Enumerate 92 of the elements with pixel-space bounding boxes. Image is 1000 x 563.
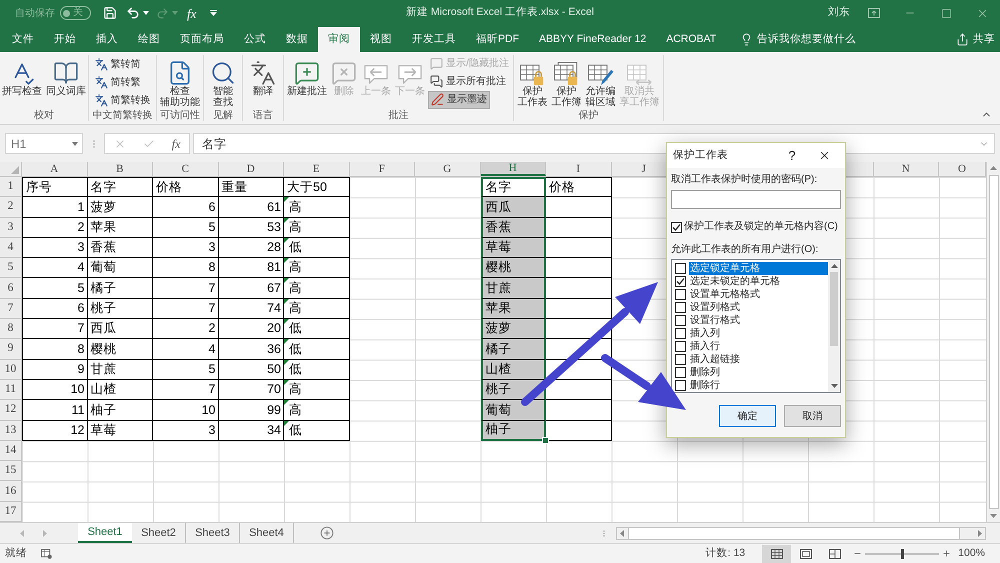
table-cell: 53 xyxy=(218,218,284,238)
cell-text: 低 xyxy=(289,340,302,358)
cell-text: 高 xyxy=(289,402,302,419)
table-cell: 橘子 xyxy=(88,278,153,299)
table-cell: 2 xyxy=(22,218,88,238)
table-cell: 20 xyxy=(218,319,284,340)
table-cell: 甘蔗 xyxy=(480,278,546,299)
table-cell: 3 xyxy=(153,238,218,258)
table-cell: 香蕉 xyxy=(88,238,153,258)
user-name: 刘东 xyxy=(828,5,850,20)
table-cell: 菠萝 xyxy=(480,319,546,340)
table-cell: 5 xyxy=(153,360,218,380)
group-label: 批注 xyxy=(388,109,410,122)
table-cell: 3 xyxy=(153,420,218,441)
cell-text: 低 xyxy=(289,320,302,338)
table-cell: 柚子 xyxy=(480,420,546,441)
table-cell: 11 xyxy=(22,400,88,421)
table-cell: 柚子 xyxy=(88,400,153,421)
table-cell: 67 xyxy=(218,278,284,299)
table-cell: 草莓 xyxy=(88,420,153,441)
table-cell: 价格 xyxy=(546,177,612,198)
count-text: 计数: 13 xyxy=(706,546,746,561)
table-cell: 苹果 xyxy=(480,298,546,320)
table-cell: 2 xyxy=(153,319,218,340)
table-cell: 9 xyxy=(22,360,88,380)
field-label: 取消工作表保护时使用的密码(P): xyxy=(671,173,818,187)
table-cell: 西瓜 xyxy=(88,319,153,340)
cell-text: 低 xyxy=(289,360,302,378)
table-cell: 橘子 xyxy=(480,339,546,360)
group-label: 中文简繁转换 xyxy=(92,109,154,122)
table-cell: 大于50 xyxy=(284,177,350,198)
table-cell: 5 xyxy=(22,278,88,299)
group-label: 见解 xyxy=(212,109,234,122)
table-cell: 12 xyxy=(22,420,88,441)
status-text: 就绪 xyxy=(5,546,27,561)
table-cell: 28 xyxy=(218,238,284,258)
table-cell: 7 xyxy=(22,319,88,340)
cell-text: 高 xyxy=(289,280,302,297)
table-cell: 6 xyxy=(153,197,218,218)
table-cell: 10 xyxy=(153,400,218,421)
table-cell: 葡萄 xyxy=(480,400,546,421)
table-cell: 菠萝 xyxy=(88,197,153,218)
table-cell: 3 xyxy=(22,238,88,258)
table-cell: 99 xyxy=(218,400,284,421)
table-cell: 名字 xyxy=(480,177,546,198)
table-cell: 8 xyxy=(22,339,88,360)
cell-text: 高 xyxy=(289,381,302,398)
cell-text: 低 xyxy=(289,239,302,256)
table-cell: 36 xyxy=(218,339,284,360)
table-cell: 苹果 xyxy=(88,218,153,238)
table-cell: 7 xyxy=(153,278,218,299)
table-cell: 8 xyxy=(153,258,218,278)
table-cell: 61 xyxy=(218,197,284,218)
table-cell: 7 xyxy=(153,380,218,400)
list-label: 允许此工作表的所有用户进行(O): xyxy=(671,243,820,257)
table-cell: 山楂 xyxy=(480,360,546,380)
table-cell: 樱桃 xyxy=(480,258,546,278)
table-cell: 70 xyxy=(218,380,284,400)
cell-text: 高 xyxy=(289,218,302,236)
cell-text: 高 xyxy=(289,198,302,216)
cell-text: 低 xyxy=(289,422,302,439)
table-cell: 10 xyxy=(22,380,88,400)
group-label: 可访问性 xyxy=(159,109,201,122)
table-cell: 草莓 xyxy=(480,238,546,258)
table-cell: 34 xyxy=(218,420,284,441)
table-cell: 名字 xyxy=(88,177,153,198)
table-cell: 樱桃 xyxy=(88,339,153,360)
table-cell: 甘蔗 xyxy=(88,360,153,380)
table-cell: 50 xyxy=(218,360,284,380)
table-cell: 葡萄 xyxy=(88,258,153,278)
table-cell: 7 xyxy=(153,298,218,320)
table-cell: 6 xyxy=(22,298,88,320)
table-cell: 价格 xyxy=(153,177,218,198)
table-cell: 香蕉 xyxy=(480,218,546,238)
table-cell: 1 xyxy=(22,197,88,218)
group-label: 保护 xyxy=(578,109,600,122)
table-cell: 4 xyxy=(22,258,88,278)
table-cell: 74 xyxy=(218,298,284,320)
autosave-label: 自动保存 xyxy=(15,6,55,20)
group-label: 语言 xyxy=(252,109,274,122)
table-cell: 5 xyxy=(153,218,218,238)
table-cell: 序号 xyxy=(22,177,88,198)
cell-text: 高 xyxy=(289,300,302,318)
table-cell: 重量 xyxy=(218,177,284,198)
table-cell: 桃子 xyxy=(88,298,153,320)
table-cell: 西瓜 xyxy=(480,197,546,218)
table-cell: 4 xyxy=(153,339,218,360)
table-cell: 山楂 xyxy=(88,380,153,400)
table-cell: 81 xyxy=(218,258,284,278)
window-title: 新建 Microsoft Excel 工作表.xlsx - Excel xyxy=(406,5,594,20)
cell-text: 高 xyxy=(289,259,302,276)
group-label: 校对 xyxy=(33,109,55,122)
